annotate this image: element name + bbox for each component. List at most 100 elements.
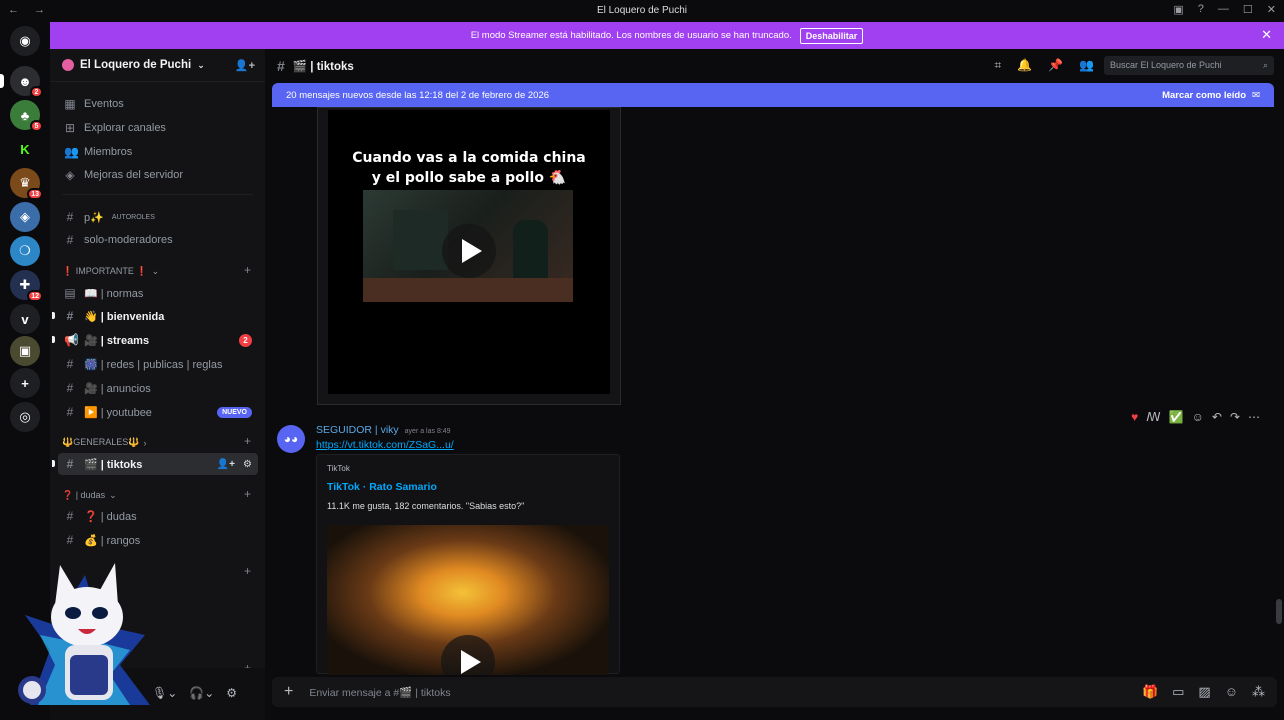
threads-icon[interactable]: ⌗ bbox=[994, 58, 1001, 73]
channel-item[interactable]: # 👋 | bienvenida bbox=[52, 305, 258, 327]
disable-streamer-button[interactable]: Deshabilitar bbox=[799, 27, 864, 44]
channel-dudas[interactable]: # ❓ | dudas bbox=[58, 505, 258, 527]
forward-icon[interactable]: ↷ bbox=[1230, 410, 1240, 424]
close-icon[interactable]: ✕ bbox=[1261, 27, 1272, 43]
add-channel-icon[interactable]: + bbox=[244, 263, 251, 277]
play-icon[interactable] bbox=[442, 224, 496, 278]
check-reaction-icon[interactable]: ✅ bbox=[1169, 410, 1184, 424]
server-blue[interactable]: ◈ bbox=[10, 202, 40, 232]
category-generales[interactable]: 🔱GENERALES🔱 › bbox=[62, 437, 146, 448]
server-green[interactable]: ♣ 5 bbox=[10, 100, 43, 132]
heart-reaction-icon[interactable]: ♥ bbox=[1131, 410, 1138, 424]
add-channel-icon[interactable]: + bbox=[244, 487, 251, 501]
channel-autoroles[interactable]: # p✨ AUTOROLES bbox=[58, 206, 258, 228]
members-icon[interactable]: 👥 bbox=[1079, 58, 1094, 73]
scrollbar[interactable] bbox=[1276, 599, 1282, 624]
gif-icon[interactable]: ▭ bbox=[1172, 684, 1184, 700]
inbox-icon[interactable]: ▣ bbox=[1173, 3, 1183, 16]
sidebar-item-label: Eventos bbox=[84, 98, 124, 110]
avatar[interactable]: ◕◕ bbox=[277, 425, 305, 453]
pin-icon[interactable]: 📌 bbox=[1048, 58, 1063, 73]
message-author[interactable]: SEGUIDOR | viky bbox=[316, 424, 399, 436]
channel-item[interactable]: # 🎥 | anuncios bbox=[58, 377, 258, 399]
chevron-down-icon: ⌄ bbox=[197, 59, 205, 70]
channel-label: 🎬 | tiktoks bbox=[84, 458, 143, 471]
embed-provider: TikTok bbox=[327, 464, 350, 473]
gear-icon[interactable]: ⚙ bbox=[226, 686, 237, 700]
video-caption-line1: Cuando vas a la comida china bbox=[352, 150, 586, 166]
invite-icon[interactable]: 👤+ bbox=[235, 59, 255, 72]
channel-tiktoks[interactable]: # 🎬 | tiktoks 👤+ ⚙ bbox=[52, 453, 258, 475]
members-icon: 👥 bbox=[64, 145, 79, 159]
sidebar-item-explorar[interactable]: ⊞ Explorar canales bbox=[58, 117, 258, 139]
hash-icon: # bbox=[277, 57, 285, 74]
server-bubble[interactable]: ❍ bbox=[10, 236, 40, 266]
cat-reaction-icon[interactable]: ꟿ bbox=[1146, 410, 1160, 424]
video-player[interactable]: Cuando vas a la comida china y el pollo … bbox=[328, 110, 610, 394]
category-importante[interactable]: ❗ IMPORTANTE ❗ ⌄ bbox=[62, 266, 159, 277]
message-link[interactable]: https://vt.tiktok.com/ZSaG...u/ bbox=[316, 439, 454, 451]
minimize-button[interactable]: — bbox=[1218, 3, 1229, 16]
server-kick[interactable]: K bbox=[10, 134, 40, 164]
channel-item[interactable]: 📢 🎥 | streams 2 bbox=[52, 329, 258, 351]
link-embed: TikTok TikTok · Rato Samario 11.1K me gu… bbox=[316, 454, 620, 675]
server-blue-icon: ◈ bbox=[20, 209, 30, 224]
gift-icon[interactable]: 🎁 bbox=[1142, 684, 1158, 700]
server-v[interactable]: v bbox=[10, 304, 40, 334]
emoji-icon[interactable]: ☺ bbox=[1225, 684, 1238, 700]
server-home[interactable]: ◉ bbox=[10, 26, 40, 56]
server-flag[interactable]: ✚ 12 bbox=[10, 270, 43, 302]
channel-label: 🎥 | streams bbox=[84, 334, 150, 347]
search-icon: ⌕ bbox=[1262, 60, 1268, 70]
reply-icon[interactable]: ↶ bbox=[1212, 410, 1222, 424]
server-badge: 5 bbox=[30, 120, 43, 132]
gear-icon[interactable]: ⚙ bbox=[243, 459, 252, 470]
sticker-icon[interactable]: ▨ bbox=[1198, 684, 1210, 700]
hash-icon: # bbox=[66, 357, 74, 371]
guild-header[interactable]: El Loquero de Puchi ⌄ 👤+ bbox=[50, 49, 265, 82]
channel-item[interactable]: # ▶️ | youtubee NUEVO bbox=[58, 401, 258, 423]
server-bubble-icon: ❍ bbox=[19, 243, 31, 258]
server-discover-icon: ◎ bbox=[19, 409, 31, 424]
sidebar-item-eventos[interactable]: ▦ Eventos bbox=[58, 93, 258, 115]
headphones-icon[interactable]: 🎧⌄ bbox=[189, 686, 214, 700]
hash-icon: # bbox=[66, 309, 74, 323]
server-image[interactable]: ▣ bbox=[10, 336, 40, 366]
server-discover[interactable]: ◎ bbox=[10, 402, 40, 432]
search-input[interactable]: Buscar El Loquero de Puchi ⌕ bbox=[1104, 56, 1274, 75]
add-reaction-icon[interactable]: ☺ bbox=[1192, 410, 1204, 424]
channel-solo-moderadores[interactable]: # solo-moderadores bbox=[58, 229, 258, 251]
new-messages-bar[interactable]: 20 mensajes nuevos desde las 12:18 del 2… bbox=[272, 83, 1274, 107]
channel-rangos[interactable]: # 💰 | rangos bbox=[58, 529, 258, 551]
sidebar-item-mejoras[interactable]: ◈ Mejoras del servidor bbox=[58, 164, 258, 186]
apps-icon[interactable]: ⁂ bbox=[1252, 684, 1265, 700]
server-image-icon: ▣ bbox=[18, 343, 32, 358]
add-channel-icon[interactable]: + bbox=[244, 434, 251, 448]
help-icon[interactable]: ? bbox=[1198, 3, 1204, 16]
attach-plus-icon[interactable]: + bbox=[284, 683, 293, 701]
message-composer[interactable]: + Enviar mensaje a #🎬 | tiktoks 🎁 ▭ ▨ ☺ … bbox=[272, 677, 1277, 707]
server-add[interactable]: + bbox=[10, 368, 40, 398]
more-icon[interactable]: ⋯ bbox=[1248, 410, 1260, 424]
category-label: ❓ | dudas bbox=[62, 490, 106, 500]
video-player[interactable] bbox=[327, 525, 609, 675]
maximize-button[interactable]: ☐ bbox=[1243, 3, 1253, 16]
embed-title[interactable]: TikTok · Rato Samario bbox=[327, 481, 437, 493]
category-dudas[interactable]: ❓ | dudas ⌄ bbox=[62, 490, 117, 501]
server-loquero[interactable]: ☻ 2 bbox=[10, 66, 43, 98]
hash-icon: # bbox=[66, 233, 74, 247]
close-window-button[interactable]: ✕ bbox=[1267, 3, 1276, 16]
embed-description: 11.1K me gusta, 182 comentarios. "Sabias… bbox=[327, 501, 525, 511]
invite-icon[interactable]: 👤+ bbox=[217, 459, 235, 470]
chat-area: # 🎬 | tiktoks ⌗ 🔔 📌 👥 Buscar El Loquero … bbox=[265, 49, 1284, 720]
channel-item[interactable]: # 🎆 | redes | publicas | reglas bbox=[58, 353, 258, 375]
channel-item[interactable]: ▤ 📖 | normas bbox=[58, 282, 258, 304]
add-channel-icon[interactable]: + bbox=[244, 564, 251, 578]
channel-title: 🎬 | tiktoks bbox=[292, 60, 354, 73]
server-kick-icon: K bbox=[20, 141, 30, 157]
mark-read-button[interactable]: Marcar como leído ✉ bbox=[1162, 90, 1260, 101]
server-crown[interactable]: ♛ 13 bbox=[10, 168, 43, 200]
bell-icon[interactable]: 🔔 bbox=[1017, 58, 1032, 73]
new-badge: NUEVO bbox=[217, 406, 252, 418]
sidebar-item-miembros[interactable]: 👥 Miembros bbox=[58, 141, 258, 163]
